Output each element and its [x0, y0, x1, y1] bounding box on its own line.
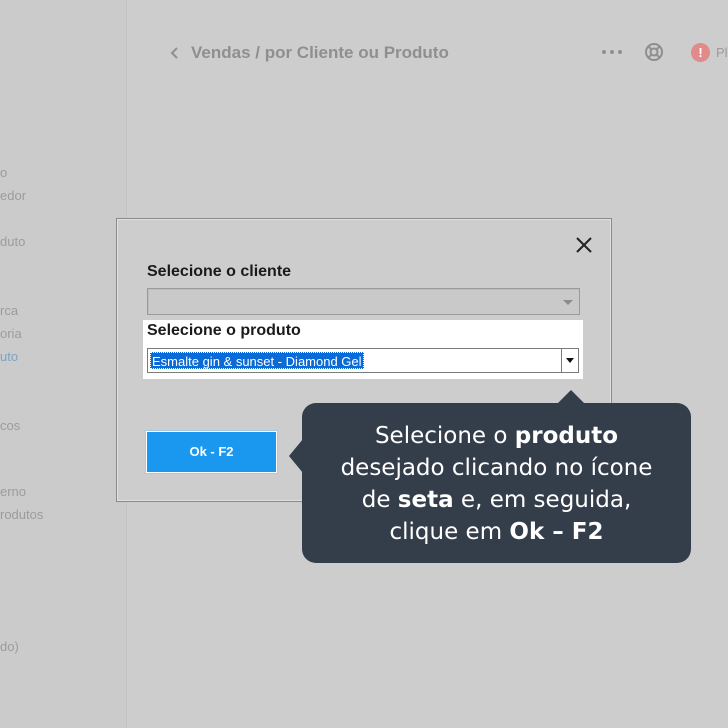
- sidebar-item[interactable]: edor: [0, 188, 26, 203]
- sidebar-item[interactable]: do): [0, 639, 19, 654]
- alert-icon[interactable]: !: [691, 43, 710, 62]
- chevron-left-icon[interactable]: [170, 46, 180, 60]
- tooltip-pointer-left: [289, 439, 303, 473]
- sidebar-item-active[interactable]: uto: [0, 349, 18, 364]
- tutorial-tooltip: Selecione o produto desejado clicando no…: [302, 403, 691, 563]
- produto-label: Selecione o produto: [147, 322, 301, 339]
- sidebar: [0, 0, 127, 728]
- cliente-select[interactable]: [147, 288, 580, 315]
- sidebar-item[interactable]: cos: [0, 418, 20, 433]
- tooltip-text: clique em: [389, 519, 510, 545]
- produto-select[interactable]: Esmalte gin & sunset - Diamond Gel: [147, 348, 579, 373]
- alert-label[interactable]: Pl: [716, 45, 728, 60]
- tooltip-bold-text: seta: [397, 487, 454, 513]
- sidebar-item[interactable]: o: [0, 165, 7, 180]
- help-lifebuoy-icon[interactable]: [644, 42, 664, 62]
- ok-button[interactable]: Ok - F2: [146, 431, 277, 473]
- tooltip-pointer-up: [557, 390, 585, 404]
- close-icon[interactable]: [574, 235, 594, 255]
- produto-select-value: Esmalte gin & sunset - Diamond Gel: [150, 352, 364, 369]
- tooltip-line-4: clique em Ok – F2: [302, 516, 691, 548]
- sidebar-item[interactable]: rodutos: [0, 507, 43, 522]
- cliente-label: Selecione o cliente: [147, 263, 292, 280]
- dropdown-arrow-icon[interactable]: [561, 349, 578, 372]
- sidebar-item[interactable]: duto: [0, 234, 25, 249]
- tooltip-line-2: desejado clicando no ícone: [340, 455, 653, 481]
- page-title: Vendas / por Cliente ou Produto: [191, 43, 449, 62]
- tooltip-text: de: [361, 487, 398, 513]
- tooltip-line-3: de seta e, em seguida,: [302, 484, 691, 516]
- more-options-icon[interactable]: [601, 44, 623, 60]
- tooltip-text: Selecione o: [374, 423, 515, 449]
- sidebar-item[interactable]: rca: [0, 303, 18, 318]
- sidebar-item[interactable]: oria: [0, 326, 22, 341]
- tooltip-text: e, em seguida,: [453, 487, 632, 513]
- chevron-down-icon[interactable]: [563, 300, 573, 305]
- tooltip-bold-text: produto: [514, 423, 619, 449]
- tooltip-bold-text: Ok – F2: [509, 519, 604, 545]
- sidebar-item[interactable]: erno: [0, 484, 26, 499]
- tooltip-line-1: Selecione o produto: [302, 420, 691, 452]
